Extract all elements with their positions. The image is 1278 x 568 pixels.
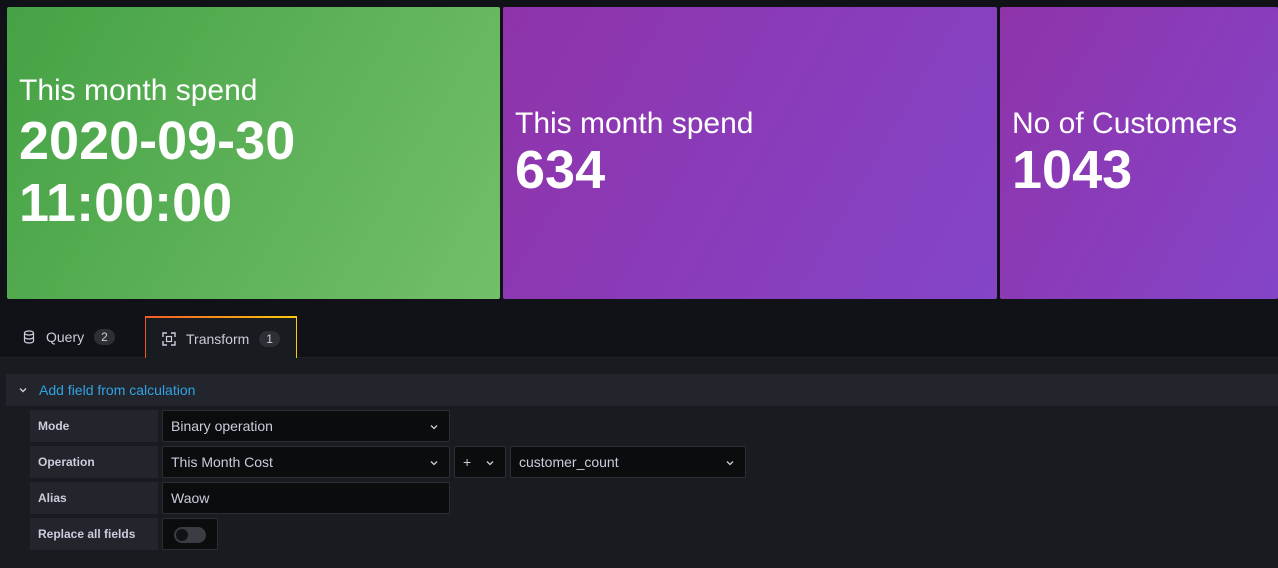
database-icon	[23, 330, 35, 344]
operation-left-value: This Month Cost	[171, 454, 273, 470]
tab-label: Query	[46, 329, 85, 345]
tab-count-badge: 1	[259, 330, 280, 347]
stat-panel-spend[interactable]: This month spend 634	[503, 7, 997, 299]
stat-title: No of Customers	[1012, 107, 1238, 140]
toggle-knob	[176, 529, 188, 541]
stat-panel-spend-date[interactable]: This month spend 2020-09-30 11:00:00	[7, 7, 500, 299]
operation-right-value: customer_count	[519, 454, 619, 470]
stat-value: 1043	[1012, 140, 1133, 200]
transformation-title: Add field from calculation	[39, 382, 196, 398]
stat-title: This month spend	[515, 107, 754, 140]
stat-value-line2: 11:00:00	[19, 173, 233, 233]
stat-value: 634	[515, 140, 606, 200]
alias-label: Alias	[30, 482, 158, 514]
tab-count-badge: 2	[94, 329, 115, 345]
tab-query[interactable]: Query 2	[22, 316, 115, 358]
chevron-down-icon	[430, 425, 438, 430]
stat-title: This month spend	[19, 74, 258, 107]
tab-transform[interactable]: Transform 1	[145, 316, 297, 359]
chevron-down-icon	[726, 461, 734, 466]
transform-icon	[162, 331, 176, 346]
mode-value: Binary operation	[171, 418, 273, 434]
chevron-down-icon	[486, 461, 494, 466]
operator-select[interactable]: +	[454, 446, 506, 478]
replace-all-fields-label: Replace all fields	[30, 518, 158, 550]
operation-right-select[interactable]: customer_count	[510, 446, 746, 478]
mode-label: Mode	[30, 410, 158, 442]
chevron-down-icon	[430, 461, 438, 466]
stat-panel-customers[interactable]: No of Customers 1043	[1000, 7, 1278, 299]
stat-value-line1: 2020-09-30	[19, 111, 296, 171]
operator-value: +	[463, 454, 472, 470]
mode-select[interactable]: Binary operation	[162, 410, 450, 442]
stat-panels: This month spend 2020-09-30 11:00:00 Thi…	[0, 0, 1278, 304]
alias-input[interactable]: Waow	[162, 482, 450, 514]
operation-label: Operation	[30, 446, 158, 478]
replace-all-fields-switch-box	[162, 518, 218, 550]
chevron-down-icon	[19, 388, 27, 393]
alias-value: Waow	[171, 490, 210, 506]
operation-left-select[interactable]: This Month Cost	[162, 446, 450, 478]
transformation-editor: Add field from calculation Mode Binary o…	[0, 358, 1278, 568]
replace-all-fields-toggle[interactable]	[174, 527, 206, 543]
transformation-header[interactable]: Add field from calculation	[6, 374, 1278, 406]
editor-tabs: Query 2 Transform 1	[0, 316, 1278, 359]
tab-label: Transform	[186, 330, 250, 347]
